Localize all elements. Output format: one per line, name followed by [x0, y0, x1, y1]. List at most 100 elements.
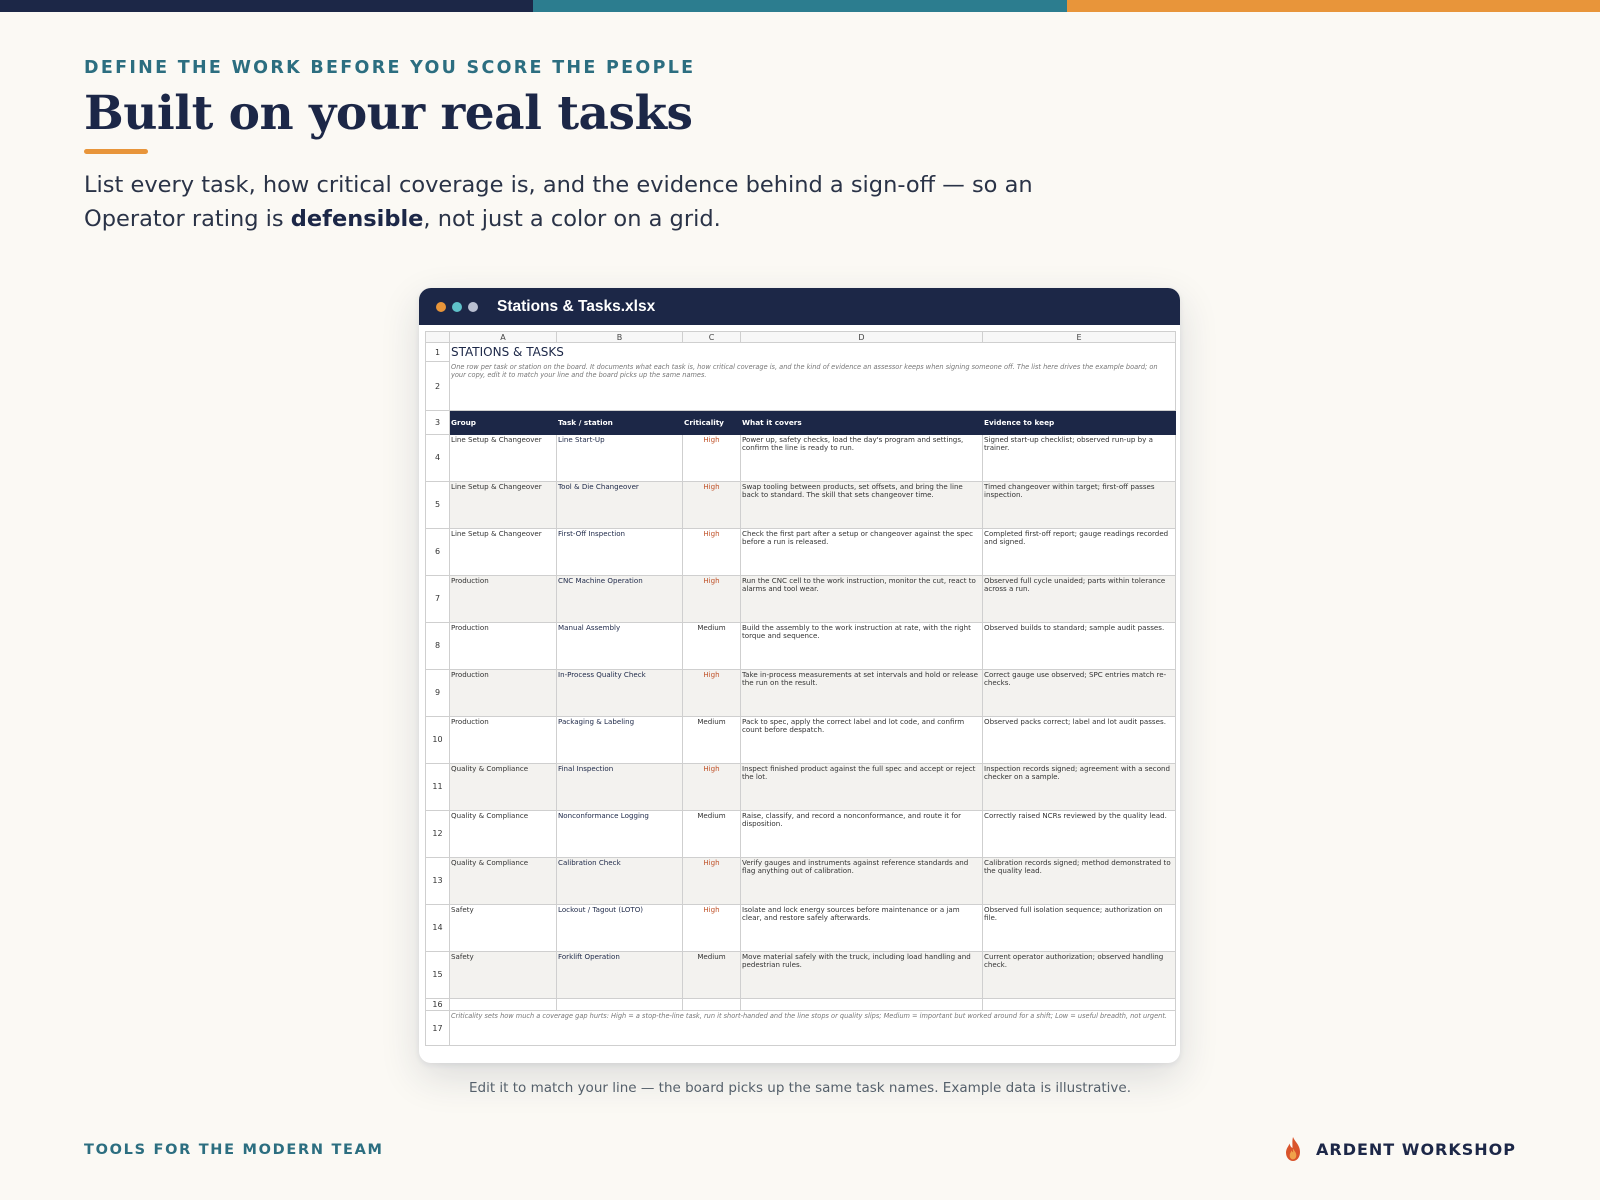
header-evidence[interactable]: Evidence to keep: [982, 410, 1176, 435]
group-cell[interactable]: Production: [449, 622, 557, 670]
close-dot-icon[interactable]: [436, 301, 446, 312]
task-name-cell[interactable]: Line Start-Up: [556, 434, 683, 482]
criticality-cell[interactable]: High: [682, 528, 741, 576]
evidence-cell[interactable]: Observed builds to standard; sample audi…: [982, 622, 1176, 670]
header-covers[interactable]: What it covers: [740, 410, 983, 435]
task-name-cell[interactable]: CNC Machine Operation: [556, 575, 683, 623]
header-criticality[interactable]: Criticality: [682, 410, 741, 435]
criticality-cell[interactable]: Medium: [682, 622, 741, 670]
row-number[interactable]: 4: [425, 434, 450, 482]
task-name-cell[interactable]: In-Process Quality Check: [556, 669, 683, 717]
task-name-cell[interactable]: Nonconformance Logging: [556, 810, 683, 858]
header-task[interactable]: Task / station: [556, 410, 683, 435]
evidence-cell[interactable]: Correct gauge use observed; SPC entries …: [982, 669, 1176, 717]
covers-cell[interactable]: Build the assembly to the work instructi…: [740, 622, 983, 670]
criticality-cell[interactable]: High: [682, 857, 741, 905]
covers-cell[interactable]: Inspect finished product against the ful…: [740, 763, 983, 811]
group-cell[interactable]: Line Setup & Changeover: [449, 481, 557, 529]
maximize-dot-icon[interactable]: [468, 301, 478, 312]
task-name-cell[interactable]: Final Inspection: [556, 763, 683, 811]
covers-cell[interactable]: Raise, classify, and record a nonconform…: [740, 810, 983, 858]
row-number[interactable]: 15: [425, 951, 450, 999]
task-name-cell[interactable]: Manual Assembly: [556, 622, 683, 670]
row-number[interactable]: 12: [425, 810, 450, 858]
group-cell[interactable]: Safety: [449, 951, 557, 999]
row-number[interactable]: 2: [425, 361, 450, 411]
group-cell[interactable]: Production: [449, 669, 557, 717]
evidence-cell[interactable]: Signed start-up checklist; observed run-…: [982, 434, 1176, 482]
column-header-b[interactable]: B: [556, 331, 683, 343]
covers-cell[interactable]: Run the CNC cell to the work instruction…: [740, 575, 983, 623]
sheet-description[interactable]: One row per task or station on the board…: [449, 361, 1176, 411]
group-cell[interactable]: Line Setup & Changeover: [449, 434, 557, 482]
column-header-d[interactable]: D: [740, 331, 983, 343]
covers-cell[interactable]: Move material safely with the truck, inc…: [740, 951, 983, 999]
criticality-cell[interactable]: High: [682, 434, 741, 482]
sheet-title[interactable]: STATIONS & TASKS: [449, 342, 1176, 362]
group-cell[interactable]: Safety: [449, 904, 557, 952]
evidence-cell[interactable]: Inspection records signed; agreement wit…: [982, 763, 1176, 811]
column-header-e[interactable]: E: [982, 331, 1176, 343]
row-number[interactable]: 13: [425, 857, 450, 905]
covers-cell[interactable]: Power up, safety checks, load the day's …: [740, 434, 983, 482]
evidence-cell[interactable]: Current operator authorization; observed…: [982, 951, 1176, 999]
empty-cell[interactable]: [682, 998, 741, 1011]
criticality-cell[interactable]: High: [682, 669, 741, 717]
row-number[interactable]: 6: [425, 528, 450, 576]
task-name-cell[interactable]: Forklift Operation: [556, 951, 683, 999]
row-number[interactable]: 10: [425, 716, 450, 764]
criticality-cell[interactable]: Medium: [682, 810, 741, 858]
row-number[interactable]: 5: [425, 481, 450, 529]
column-header-a[interactable]: A: [449, 331, 557, 343]
evidence-cell[interactable]: Observed packs correct; label and lot au…: [982, 716, 1176, 764]
evidence-cell[interactable]: Correctly raised NCRs reviewed by the qu…: [982, 810, 1176, 858]
evidence-cell[interactable]: Observed full isolation sequence; author…: [982, 904, 1176, 952]
row-number[interactable]: 7: [425, 575, 450, 623]
task-name-cell[interactable]: Lockout / Tagout (LOTO): [556, 904, 683, 952]
row-number[interactable]: 9: [425, 669, 450, 717]
criticality-cell[interactable]: Medium: [682, 716, 741, 764]
empty-cell[interactable]: [556, 998, 683, 1011]
column-header-c[interactable]: C: [682, 331, 741, 343]
evidence-cell[interactable]: Completed first-off report; gauge readin…: [982, 528, 1176, 576]
task-name-cell[interactable]: Tool & Die Changeover: [556, 481, 683, 529]
covers-cell[interactable]: Check the first part after a setup or ch…: [740, 528, 983, 576]
group-cell[interactable]: Quality & Compliance: [449, 810, 557, 858]
empty-cell[interactable]: [449, 998, 557, 1011]
criticality-cell[interactable]: Medium: [682, 951, 741, 999]
row-number[interactable]: 11: [425, 763, 450, 811]
row-number[interactable]: 16: [425, 998, 450, 1011]
row-number[interactable]: 3: [425, 410, 450, 435]
criticality-cell[interactable]: High: [682, 575, 741, 623]
group-cell[interactable]: Quality & Compliance: [449, 763, 557, 811]
covers-cell[interactable]: Verify gauges and instruments against re…: [740, 857, 983, 905]
covers-cell[interactable]: Pack to spec, apply the correct label an…: [740, 716, 983, 764]
evidence-cell[interactable]: Observed full cycle unaided; parts withi…: [982, 575, 1176, 623]
evidence-cell[interactable]: Timed changeover within target; first-of…: [982, 481, 1176, 529]
group-cell[interactable]: Production: [449, 575, 557, 623]
row-number[interactable]: 17: [425, 1010, 450, 1046]
row-number[interactable]: 14: [425, 904, 450, 952]
criticality-footnote[interactable]: Criticality sets how much a coverage gap…: [449, 1010, 1176, 1046]
criticality-cell[interactable]: High: [682, 481, 741, 529]
empty-cell[interactable]: [740, 998, 983, 1011]
empty-cell[interactable]: [982, 998, 1176, 1011]
covers-cell[interactable]: Swap tooling between products, set offse…: [740, 481, 983, 529]
criticality-cell[interactable]: High: [682, 904, 741, 952]
header-group[interactable]: Group: [449, 410, 557, 435]
row-number[interactable]: 8: [425, 622, 450, 670]
row-number[interactable]: 1: [425, 342, 450, 362]
group-cell[interactable]: Production: [449, 716, 557, 764]
brand-name: ARDENT WORKSHOP: [1316, 1139, 1516, 1159]
task-name-cell[interactable]: Packaging & Labeling: [556, 716, 683, 764]
task-name-cell[interactable]: Calibration Check: [556, 857, 683, 905]
criticality-cell[interactable]: High: [682, 763, 741, 811]
group-cell[interactable]: Line Setup & Changeover: [449, 528, 557, 576]
group-cell[interactable]: Quality & Compliance: [449, 857, 557, 905]
evidence-cell[interactable]: Calibration records signed; method demon…: [982, 857, 1176, 905]
minimize-dot-icon[interactable]: [452, 301, 462, 312]
task-name-cell[interactable]: First-Off Inspection: [556, 528, 683, 576]
covers-cell[interactable]: Isolate and lock energy sources before m…: [740, 904, 983, 952]
covers-cell[interactable]: Take in-process measurements at set inte…: [740, 669, 983, 717]
select-all-corner[interactable]: [425, 331, 450, 343]
